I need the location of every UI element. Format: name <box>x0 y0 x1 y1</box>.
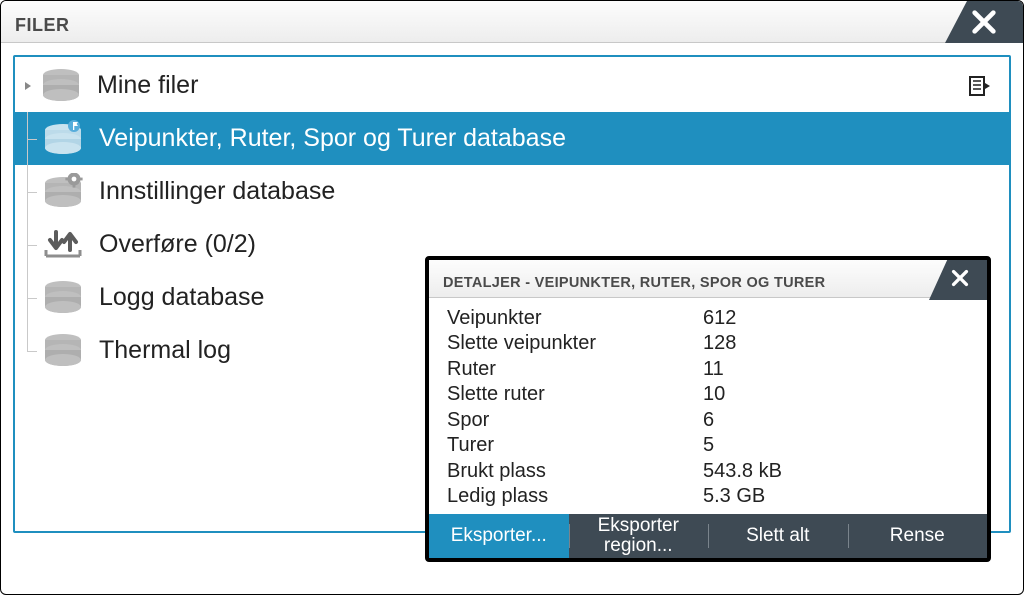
detail-key: Ruter <box>447 358 703 381</box>
detail-key: Spor <box>447 409 703 432</box>
detail-key: Brukt plass <box>447 460 703 483</box>
tree-connector <box>23 324 37 377</box>
tree-connector <box>23 112 37 165</box>
button-label: Slett alt <box>746 526 809 546</box>
detail-key: Ledig plass <box>447 485 703 508</box>
list-item-my-files[interactable]: Mine filer <box>15 59 1009 112</box>
detail-row: Turer5 <box>447 433 969 459</box>
button-label: Eksporter... <box>451 526 547 546</box>
purge-button[interactable]: Rense <box>848 514 988 558</box>
list-item-label: Overføre (0/2) <box>99 230 1009 259</box>
detail-row: Ruter11 <box>447 357 969 383</box>
detail-value: 6 <box>703 409 969 432</box>
detail-value: 11 <box>703 358 969 381</box>
export-region-button[interactable]: Eksporter region... <box>569 514 709 558</box>
detail-key: Slette ruter <box>447 383 703 406</box>
detail-close-button[interactable] <box>929 256 991 300</box>
detail-row: Slette veipunkter128 <box>447 331 969 357</box>
list-item-settings-db[interactable]: Innstillinger database <box>15 165 1009 218</box>
expand-handle[interactable] <box>23 76 33 96</box>
details-icon[interactable] <box>965 71 995 101</box>
detail-value: 128 <box>703 332 969 355</box>
button-label: Eksporter region... <box>598 516 679 556</box>
titlebar: FILER <box>1 1 1023 43</box>
detail-title: DETALJER - VEIPUNKTER, RUTER, SPOR OG TU… <box>443 275 825 291</box>
database-flag-icon <box>37 119 89 159</box>
tree-connector <box>23 271 37 324</box>
detail-row: Ledig plass5.3 GB <box>447 484 969 510</box>
detail-body: Veipunkter612 Slette veipunkter128 Ruter… <box>429 298 987 514</box>
list-item-waypoints-db[interactable]: Veipunkter, Ruter, Spor og Turer databas… <box>15 112 1009 165</box>
detail-panel: DETALJER - VEIPUNKTER, RUTER, SPOR OG TU… <box>425 256 991 562</box>
button-label: Rense <box>890 526 945 546</box>
delete-all-button[interactable]: Slett alt <box>708 514 848 558</box>
transfer-icon <box>37 225 89 265</box>
database-icon <box>35 66 87 106</box>
list-item-label: Veipunkter, Ruter, Spor og Turer databas… <box>99 124 1009 153</box>
list-item-label: Mine filer <box>97 71 965 100</box>
export-button[interactable]: Eksporter... <box>429 514 569 558</box>
detail-value: 5 <box>703 434 969 457</box>
database-gear-icon <box>37 172 89 212</box>
detail-footer: Eksporter... Eksporter region... Slett a… <box>429 514 987 558</box>
detail-value: 612 <box>703 307 969 330</box>
close-icon <box>970 8 998 36</box>
database-icon <box>37 278 89 318</box>
files-window: FILER Mine filer <box>0 0 1024 595</box>
detail-value: 5.3 GB <box>703 485 969 508</box>
list-item-label: Innstillinger database <box>99 177 1009 206</box>
detail-row: Slette ruter10 <box>447 382 969 408</box>
close-icon <box>949 267 971 289</box>
detail-value: 543.8 kB <box>703 460 969 483</box>
detail-key: Slette veipunkter <box>447 332 703 355</box>
tree-connector <box>23 165 37 218</box>
detail-row: Brukt plass543.8 kB <box>447 459 969 485</box>
detail-header: DETALJER - VEIPUNKTER, RUTER, SPOR OG TU… <box>429 260 987 298</box>
window-title: FILER <box>15 15 70 42</box>
window-close-button[interactable] <box>945 1 1023 43</box>
tree-connector <box>23 218 37 271</box>
database-icon <box>37 331 89 371</box>
detail-key: Veipunkter <box>447 307 703 330</box>
detail-row: Spor6 <box>447 408 969 434</box>
detail-key: Turer <box>447 434 703 457</box>
detail-value: 10 <box>703 383 969 406</box>
detail-row: Veipunkter612 <box>447 306 969 332</box>
